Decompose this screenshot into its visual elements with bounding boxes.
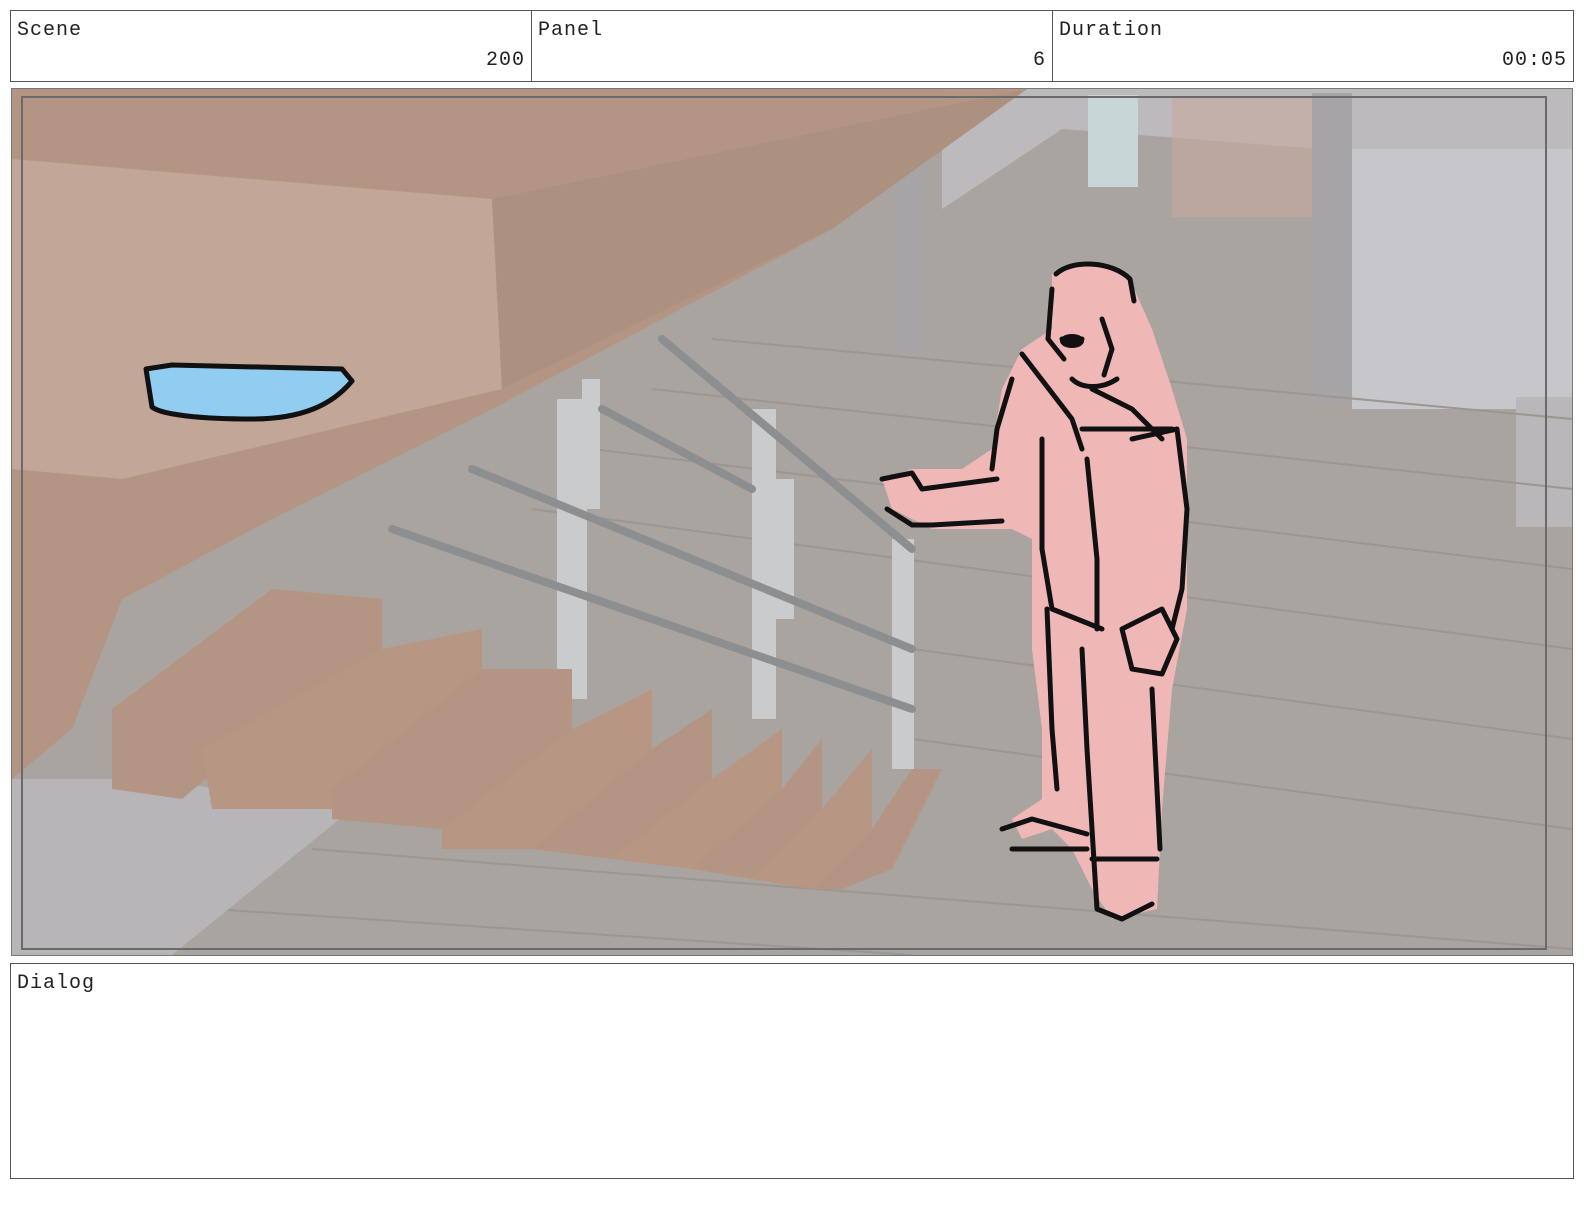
glass-door bbox=[1088, 95, 1138, 187]
scene-label: Scene bbox=[17, 19, 83, 42]
storyboard-panel[interactable] bbox=[11, 88, 1573, 956]
panel-field[interactable]: Panel 6 bbox=[532, 11, 1053, 81]
duration-value: 00:05 bbox=[1501, 49, 1567, 72]
panel-value: 6 bbox=[1032, 49, 1046, 72]
door bbox=[1172, 97, 1322, 217]
dialog-label: Dialog bbox=[17, 972, 96, 995]
storyboard-header: Scene 200 Panel 6 Duration 00:05 bbox=[10, 10, 1574, 82]
panel-drawing bbox=[12, 89, 1572, 955]
duration-field[interactable]: Duration 00:05 bbox=[1053, 11, 1573, 81]
right-wall bbox=[1352, 149, 1572, 409]
mustache bbox=[1060, 334, 1084, 348]
duration-label: Duration bbox=[1059, 19, 1164, 42]
dialog-box[interactable]: Dialog bbox=[10, 963, 1574, 1179]
pillar-right bbox=[1312, 93, 1352, 403]
panel-label: Panel bbox=[538, 19, 604, 42]
scene-value: 200 bbox=[485, 49, 525, 72]
scene-field[interactable]: Scene 200 bbox=[11, 11, 532, 81]
